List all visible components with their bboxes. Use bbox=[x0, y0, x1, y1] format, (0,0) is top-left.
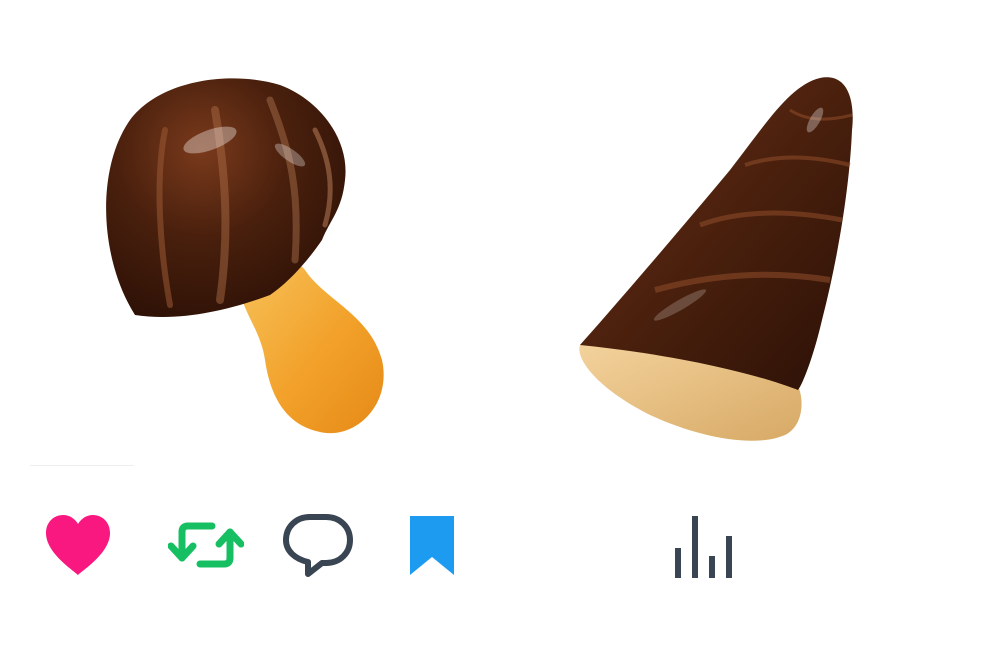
bookmark-icon bbox=[410, 516, 454, 575]
like-button[interactable] bbox=[38, 505, 118, 585]
bookmark-button[interactable] bbox=[392, 505, 472, 585]
retweet-button[interactable] bbox=[166, 505, 246, 585]
analytics-button[interactable] bbox=[664, 505, 744, 585]
heart-icon bbox=[46, 515, 110, 575]
divider bbox=[30, 465, 134, 466]
bar-chart-icon bbox=[675, 516, 732, 578]
action-bar bbox=[0, 505, 1000, 595]
bamboo-shoot-snack-image bbox=[579, 77, 853, 441]
retweet-icon bbox=[168, 522, 244, 568]
mushroom-snack-image bbox=[106, 78, 384, 434]
speech-bubble-icon bbox=[283, 514, 353, 577]
reply-button[interactable] bbox=[278, 505, 358, 585]
